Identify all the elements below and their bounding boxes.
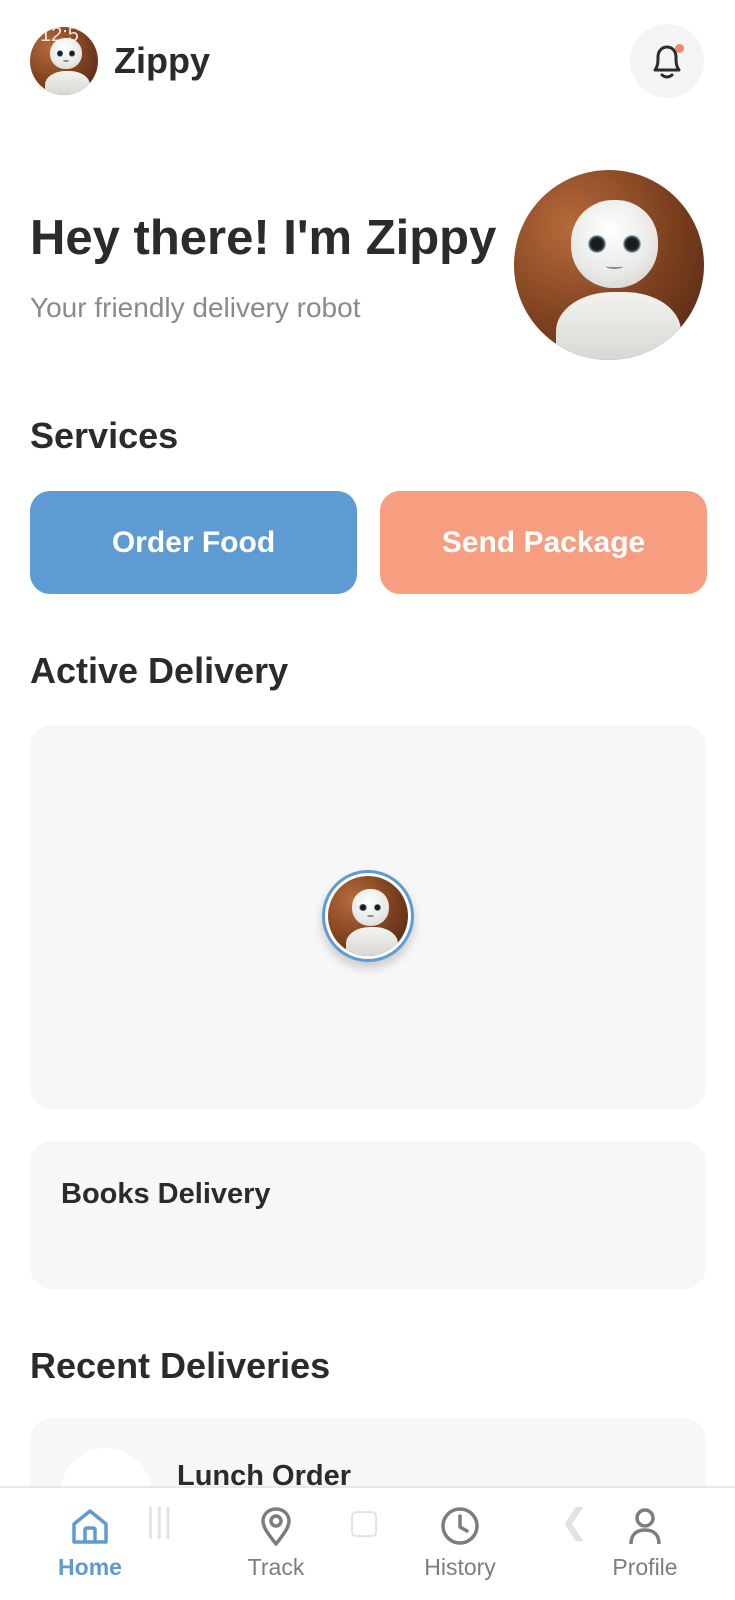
active-delivery-title: Books Delivery [61,1178,271,1210]
nav-profile-label: Profile [612,1554,678,1580]
bottom-navigation: Home Track History Profile ||| ▢ ❮ [0,1486,735,1600]
hero-subtitle: Your friendly delivery robot [30,292,361,323]
clock-icon [441,1507,479,1545]
hero-title: Hey there! I'm Zippy [30,211,497,265]
app-header: 12:5 Zippy [0,0,735,125]
nav-history[interactable]: History [400,1504,520,1594]
nav-track-label: Track [247,1554,305,1580]
app-screen: 12:5 Zippy Hey there! I'm Zippy Your fri… [0,0,735,1600]
recent-deliveries-section-title: Recent Deliveries [30,1345,331,1386]
user-icon [629,1508,661,1545]
robot-map-marker[interactable] [322,870,414,962]
notification-dot [675,44,684,53]
send-package-button[interactable]: Send Package [380,491,707,594]
active-delivery-section-title: Active Delivery [30,650,289,691]
system-home-icon: ▢ [348,1503,381,1541]
status-time: 12:5 [40,24,79,46]
app-name: Zippy [114,40,210,81]
robot-marker-icon [328,876,408,956]
nav-history-label: History [424,1554,496,1580]
order-food-button[interactable]: Order Food [30,491,357,594]
services-section-title: Services [30,415,179,456]
active-delivery-card[interactable]: Books Delivery [30,1141,706,1289]
nav-track[interactable]: Track [216,1504,336,1594]
robot-hero-image [514,170,704,360]
nav-home[interactable]: Home [30,1504,150,1594]
system-back-icon: ❮ [560,1503,589,1541]
nav-profile[interactable]: Profile [585,1504,705,1594]
location-pin-icon [261,1507,291,1546]
home-icon [72,1509,108,1544]
notifications-button[interactable] [630,24,704,98]
system-recents-icon: ||| [146,1502,173,1540]
nav-home-label: Home [58,1554,122,1580]
